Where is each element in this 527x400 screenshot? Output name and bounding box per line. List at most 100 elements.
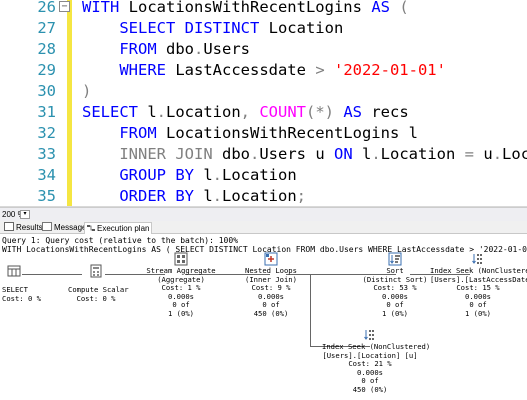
code-line[interactable]: 30) bbox=[0, 80, 527, 102]
plan-node-compute-scalar[interactable]: Compute Scalar Cost: 0 % bbox=[68, 264, 129, 303]
code-text: FROM LocationsWithRecentLogins l bbox=[82, 122, 418, 144]
stream-aggregate-icon bbox=[174, 252, 188, 266]
code-text: WHERE LastAccessdate > '2022-01-01' bbox=[82, 59, 446, 81]
code-line[interactable]: 33 INNER JOIN dbo.Users u ON l.Location … bbox=[0, 143, 527, 165]
code-token: WITH bbox=[82, 0, 129, 16]
node-estimate: 1 (0%) bbox=[382, 308, 408, 318]
plan-node-stream-aggregate[interactable]: Stream Aggregate (Aggregate) Cost: 1 % 0… bbox=[146, 252, 216, 319]
code-text: GROUP BY l.Location bbox=[82, 164, 297, 186]
code-text: ) bbox=[82, 80, 91, 102]
code-token: (*) bbox=[306, 103, 344, 121]
code-text: INNER JOIN dbo.Users u ON l.Location = u… bbox=[82, 143, 527, 165]
code-token: ON bbox=[333, 145, 362, 163]
code-token: Location bbox=[222, 187, 297, 205]
code-token: l bbox=[361, 145, 372, 163]
plan-node-index-seek-location[interactable]: Index Seek (NonClustered) [Users].[Locat… bbox=[322, 328, 430, 395]
code-token: Users u bbox=[259, 145, 334, 163]
node-estimate: 450 (0%) bbox=[352, 384, 388, 394]
code-line[interactable]: 32 FROM LocationsWithRecentLogins l bbox=[0, 122, 527, 144]
line-number: 32 bbox=[37, 124, 56, 142]
fold-collapse-icon[interactable]: − bbox=[59, 1, 70, 12]
code-token: . bbox=[194, 40, 204, 58]
code-token: WHERE bbox=[82, 61, 176, 79]
line-number: 26 bbox=[37, 0, 56, 16]
code-token: ORDER BY bbox=[82, 187, 204, 205]
code-token: SELECT bbox=[82, 103, 148, 121]
code-token: GROUP BY bbox=[82, 166, 204, 184]
code-token: ) bbox=[82, 82, 92, 100]
nested-loops-icon bbox=[264, 252, 278, 266]
select-op-icon bbox=[7, 265, 21, 277]
code-token: > bbox=[315, 61, 334, 79]
code-token: Location bbox=[380, 145, 465, 163]
code-token: AS bbox=[343, 103, 372, 121]
results-grid-icon bbox=[4, 222, 14, 231]
code-token: '2022-01-01' bbox=[333, 61, 446, 79]
tab-execution-plan-label: Execution plan bbox=[97, 224, 150, 233]
code-text: FROM dbo.Users bbox=[82, 38, 250, 60]
sql-editor[interactable]: 26− WITH LocationsWithRecentLogins AS (27… bbox=[0, 0, 527, 207]
code-token: AS bbox=[371, 0, 400, 16]
code-token: ( bbox=[399, 0, 409, 16]
code-token: LastAccessdate bbox=[175, 61, 316, 79]
code-line[interactable]: 28 FROM dbo.Users bbox=[0, 38, 527, 60]
code-token: FROM bbox=[82, 40, 166, 58]
code-line[interactable]: 35 ORDER BY l.Location; bbox=[0, 185, 527, 207]
code-token: FROM bbox=[82, 124, 166, 142]
code-line[interactable]: 26− WITH LocationsWithRecentLogins AS ( bbox=[0, 0, 527, 18]
line-number: 33 bbox=[37, 145, 56, 163]
zoom-bar: 200 % ▾ bbox=[0, 207, 527, 221]
code-token: u bbox=[483, 145, 493, 163]
sort-icon bbox=[388, 252, 402, 266]
compute-scalar-icon bbox=[90, 264, 102, 278]
execution-plan-pane: Query 1: Query cost (relative to the bat… bbox=[0, 234, 527, 400]
line-number: 29 bbox=[37, 61, 56, 79]
code-line[interactable]: 31 SELECT l.Location, COUNT(*) AS recs bbox=[0, 101, 527, 123]
code-line[interactable]: 29 WHERE LastAccessdate > '2022-01-01' bbox=[0, 59, 527, 81]
code-token: Location bbox=[166, 103, 241, 121]
code-token: . bbox=[492, 145, 503, 163]
code-token: . bbox=[156, 103, 167, 121]
query-cost-header: Query 1: Query cost (relative to the bat… bbox=[2, 236, 239, 245]
node-estimate: 450 (0%) bbox=[253, 308, 289, 318]
plan-node-sort[interactable]: Sort (Distinct Sort) Cost: 53 % 0.000s 0… bbox=[360, 252, 430, 319]
tab-results-label: Results bbox=[16, 223, 43, 232]
code-line[interactable]: 34 GROUP BY l.Location bbox=[0, 164, 527, 186]
code-token: Users bbox=[203, 40, 251, 58]
messages-icon bbox=[42, 222, 52, 231]
tab-execution-plan[interactable]: Execution plan bbox=[84, 222, 153, 234]
tab-results[interactable]: Results bbox=[2, 222, 45, 233]
code-token: Location bbox=[502, 145, 527, 163]
chevron-down-icon[interactable]: ▾ bbox=[20, 210, 30, 219]
code-token: . bbox=[212, 166, 223, 184]
plan-node-index-seek-lastaccessdate[interactable]: Index Seek (NonClustered) [Users].[LastA… bbox=[430, 252, 527, 319]
plan-node-nested-loops[interactable]: Nested Loops (Inner Join) Cost: 9 % 0.00… bbox=[236, 252, 306, 319]
index-seek-icon bbox=[472, 254, 482, 264]
code-token: dbo bbox=[221, 145, 250, 163]
code-token: Location bbox=[222, 166, 297, 184]
code-text: ORDER BY l.Location; bbox=[82, 185, 306, 207]
code-token: SELECT DISTINCT bbox=[82, 19, 269, 37]
code-token: dbo bbox=[166, 40, 194, 58]
line-number: 28 bbox=[37, 40, 56, 58]
result-tabs: Results Messages Execution plan bbox=[0, 221, 527, 234]
code-token: , bbox=[240, 103, 260, 121]
line-number: 34 bbox=[37, 166, 56, 184]
code-token: l bbox=[203, 166, 213, 184]
node-cost: Cost: 0 % bbox=[76, 293, 116, 303]
code-token: COUNT bbox=[259, 103, 307, 121]
code-token: LocationsWithRecentLogins l bbox=[166, 124, 418, 142]
plan-node-select[interactable]: SELECT Cost: 0 % bbox=[2, 264, 41, 303]
line-number: 31 bbox=[37, 103, 56, 121]
index-seek-icon bbox=[364, 330, 374, 340]
code-text: SELECT l.Location, COUNT(*) AS recs bbox=[82, 101, 409, 123]
code-token: = bbox=[464, 145, 484, 163]
code-line[interactable]: 27 SELECT DISTINCT Location bbox=[0, 17, 527, 39]
plan-connector bbox=[310, 274, 311, 346]
node-estimate: 1 (0%) bbox=[168, 308, 194, 318]
code-token: . bbox=[371, 145, 381, 163]
line-number: 35 bbox=[37, 187, 56, 205]
code-token: INNER JOIN bbox=[82, 145, 222, 163]
line-number: 30 bbox=[37, 82, 56, 100]
code-token: l bbox=[147, 103, 157, 121]
